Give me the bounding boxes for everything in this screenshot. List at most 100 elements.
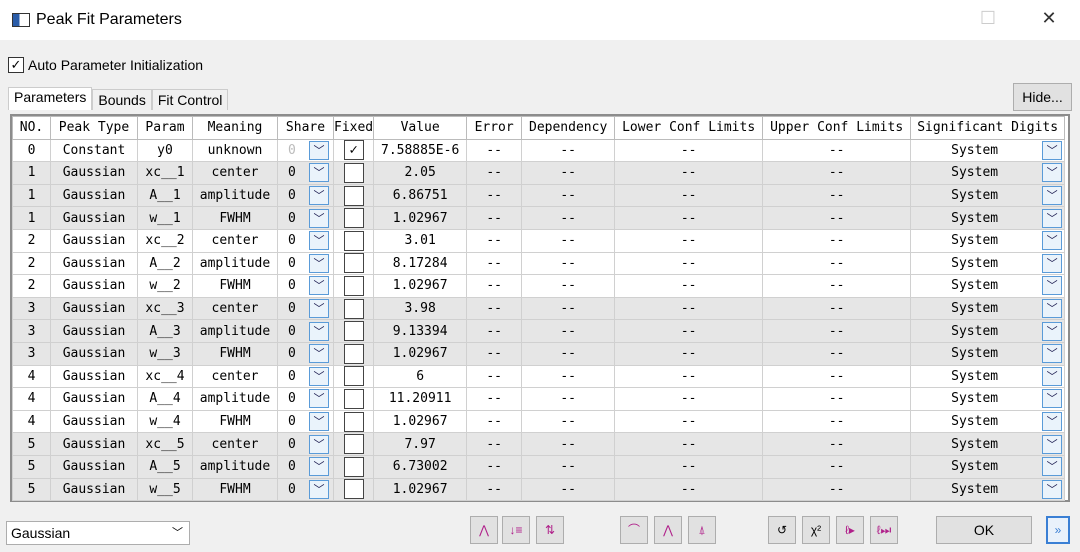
cell-value[interactable]: 1.02967: [373, 341, 468, 366]
cell-meaning[interactable]: amplitude: [192, 251, 278, 276]
chevron-down-icon[interactable]: ﹀: [1042, 140, 1063, 160]
cell-value[interactable]: 7.58885E-6: [373, 138, 468, 163]
cell-peak-type[interactable]: Gaussian: [50, 228, 138, 253]
cell-value[interactable]: 1.02967: [373, 274, 468, 298]
cell-fixed[interactable]: [332, 432, 375, 456]
cell-upper-conf[interactable]: --: [762, 138, 912, 163]
cell-error[interactable]: --: [466, 138, 523, 163]
cell-no[interactable]: 4: [12, 409, 51, 434]
cell-peak-type[interactable]: Gaussian: [50, 319, 138, 343]
cell-lower-conf[interactable]: --: [614, 454, 764, 479]
cell-value[interactable]: 11.20911: [373, 387, 468, 411]
cell-error[interactable]: --: [466, 296, 523, 321]
tab-bounds[interactable]: Bounds: [92, 89, 152, 110]
cell-dependency[interactable]: --: [521, 319, 616, 343]
cell-error[interactable]: --: [466, 274, 523, 298]
cell-dependency[interactable]: --: [521, 228, 616, 253]
cell-meaning[interactable]: FWHM: [192, 409, 278, 434]
tab-fit-control[interactable]: Fit Control: [151, 89, 229, 110]
cell-meaning[interactable]: amplitude: [192, 183, 278, 208]
cell-significant-digits[interactable]: System ﹀: [910, 319, 1066, 343]
cell-upper-conf[interactable]: --: [762, 477, 912, 502]
cell-meaning[interactable]: center: [192, 432, 278, 456]
cell-meaning[interactable]: center: [192, 228, 278, 253]
cell-no[interactable]: 2: [12, 228, 51, 253]
cell-param[interactable]: xc__1: [137, 161, 193, 185]
cell-lower-conf[interactable]: --: [614, 341, 764, 366]
cell-param[interactable]: xc__2: [137, 228, 193, 253]
fixed-checkbox[interactable]: [343, 185, 364, 206]
column-header[interactable]: Share: [277, 116, 334, 140]
fixed-checkbox[interactable]: ✓: [343, 140, 364, 161]
column-header[interactable]: Param: [137, 116, 193, 140]
cell-dependency[interactable]: --: [521, 206, 616, 230]
cell-upper-conf[interactable]: --: [762, 206, 912, 230]
cell-upper-conf[interactable]: --: [762, 319, 912, 343]
fixed-checkbox[interactable]: [343, 275, 364, 296]
cell-value[interactable]: 3.01: [373, 228, 468, 253]
cell-dependency[interactable]: --: [521, 138, 616, 163]
cell-error[interactable]: --: [466, 409, 523, 434]
fixed-checkbox[interactable]: [343, 434, 364, 455]
cell-peak-type[interactable]: Gaussian: [50, 183, 138, 208]
cell-error[interactable]: --: [466, 161, 523, 185]
chevron-down-icon[interactable]: ﹀: [309, 344, 329, 364]
cell-error[interactable]: --: [466, 319, 523, 343]
cell-significant-digits[interactable]: System ﹀: [910, 364, 1066, 389]
cell-error[interactable]: --: [466, 432, 523, 456]
chevron-down-icon[interactable]: ﹀: [1042, 457, 1063, 477]
checkmark-icon[interactable]: ✓: [8, 57, 24, 73]
cell-upper-conf[interactable]: --: [762, 432, 912, 456]
chevron-down-icon[interactable]: ﹀: [1042, 231, 1063, 251]
cell-dependency[interactable]: --: [521, 477, 616, 502]
cell-no[interactable]: 5: [12, 432, 51, 456]
close-icon[interactable]: ✕: [1037, 8, 1061, 32]
cell-value[interactable]: 1.02967: [373, 477, 468, 502]
cell-peak-type[interactable]: Gaussian: [50, 477, 138, 502]
cell-no[interactable]: 3: [12, 296, 51, 321]
chevron-down-icon[interactable]: ﹀: [309, 253, 329, 273]
cell-param[interactable]: y0: [137, 138, 193, 163]
cell-significant-digits[interactable]: System ﹀: [910, 387, 1066, 411]
cell-peak-type[interactable]: Gaussian: [50, 296, 138, 321]
cell-fixed[interactable]: [332, 387, 375, 411]
cell-peak-type[interactable]: Gaussian: [50, 161, 138, 185]
chevron-down-icon[interactable]: ﹀: [309, 208, 329, 228]
expand-icon[interactable]: »: [1046, 516, 1070, 544]
column-header[interactable]: Meaning: [192, 116, 278, 140]
cell-no[interactable]: 4: [12, 364, 51, 389]
cell-share[interactable]: 0 ﹀: [277, 409, 334, 434]
cell-lower-conf[interactable]: --: [614, 138, 764, 163]
cell-no[interactable]: 0: [12, 138, 51, 163]
cell-param[interactable]: A__1: [137, 183, 193, 208]
cell-upper-conf[interactable]: --: [762, 296, 912, 321]
cell-upper-conf[interactable]: --: [762, 161, 912, 185]
cell-param[interactable]: xc__5: [137, 432, 193, 456]
cell-fixed[interactable]: [332, 183, 375, 208]
column-header[interactable]: Error: [466, 116, 523, 140]
cell-fixed[interactable]: [332, 319, 375, 343]
cell-dependency[interactable]: --: [521, 183, 616, 208]
peak-split-icon[interactable]: ⋀: [470, 516, 498, 544]
cell-no[interactable]: 3: [12, 319, 51, 343]
cell-lower-conf[interactable]: --: [614, 477, 764, 502]
cell-meaning[interactable]: FWHM: [192, 341, 278, 366]
cell-share[interactable]: 0 ﹀: [277, 364, 334, 389]
cell-lower-conf[interactable]: --: [614, 296, 764, 321]
cell-fixed[interactable]: [332, 251, 375, 276]
column-header[interactable]: NO.: [12, 116, 51, 140]
chevron-down-icon[interactable]: ﹀: [1042, 299, 1063, 319]
cell-upper-conf[interactable]: --: [762, 228, 912, 253]
chevron-down-icon[interactable]: ﹀: [309, 231, 329, 251]
cell-peak-type[interactable]: Gaussian: [50, 454, 138, 479]
cell-meaning[interactable]: amplitude: [192, 319, 278, 343]
chevron-down-icon[interactable]: ﹀: [1042, 276, 1063, 296]
chevron-down-icon[interactable]: ﹀: [1042, 344, 1063, 364]
chevron-down-icon[interactable]: ﹀: [309, 140, 329, 160]
cell-upper-conf[interactable]: --: [762, 274, 912, 298]
cell-fixed[interactable]: [332, 296, 375, 321]
cell-significant-digits[interactable]: System ﹀: [910, 274, 1066, 298]
cell-lower-conf[interactable]: --: [614, 274, 764, 298]
cell-lower-conf[interactable]: --: [614, 387, 764, 411]
chevron-down-icon[interactable]: ﹀: [309, 299, 329, 319]
